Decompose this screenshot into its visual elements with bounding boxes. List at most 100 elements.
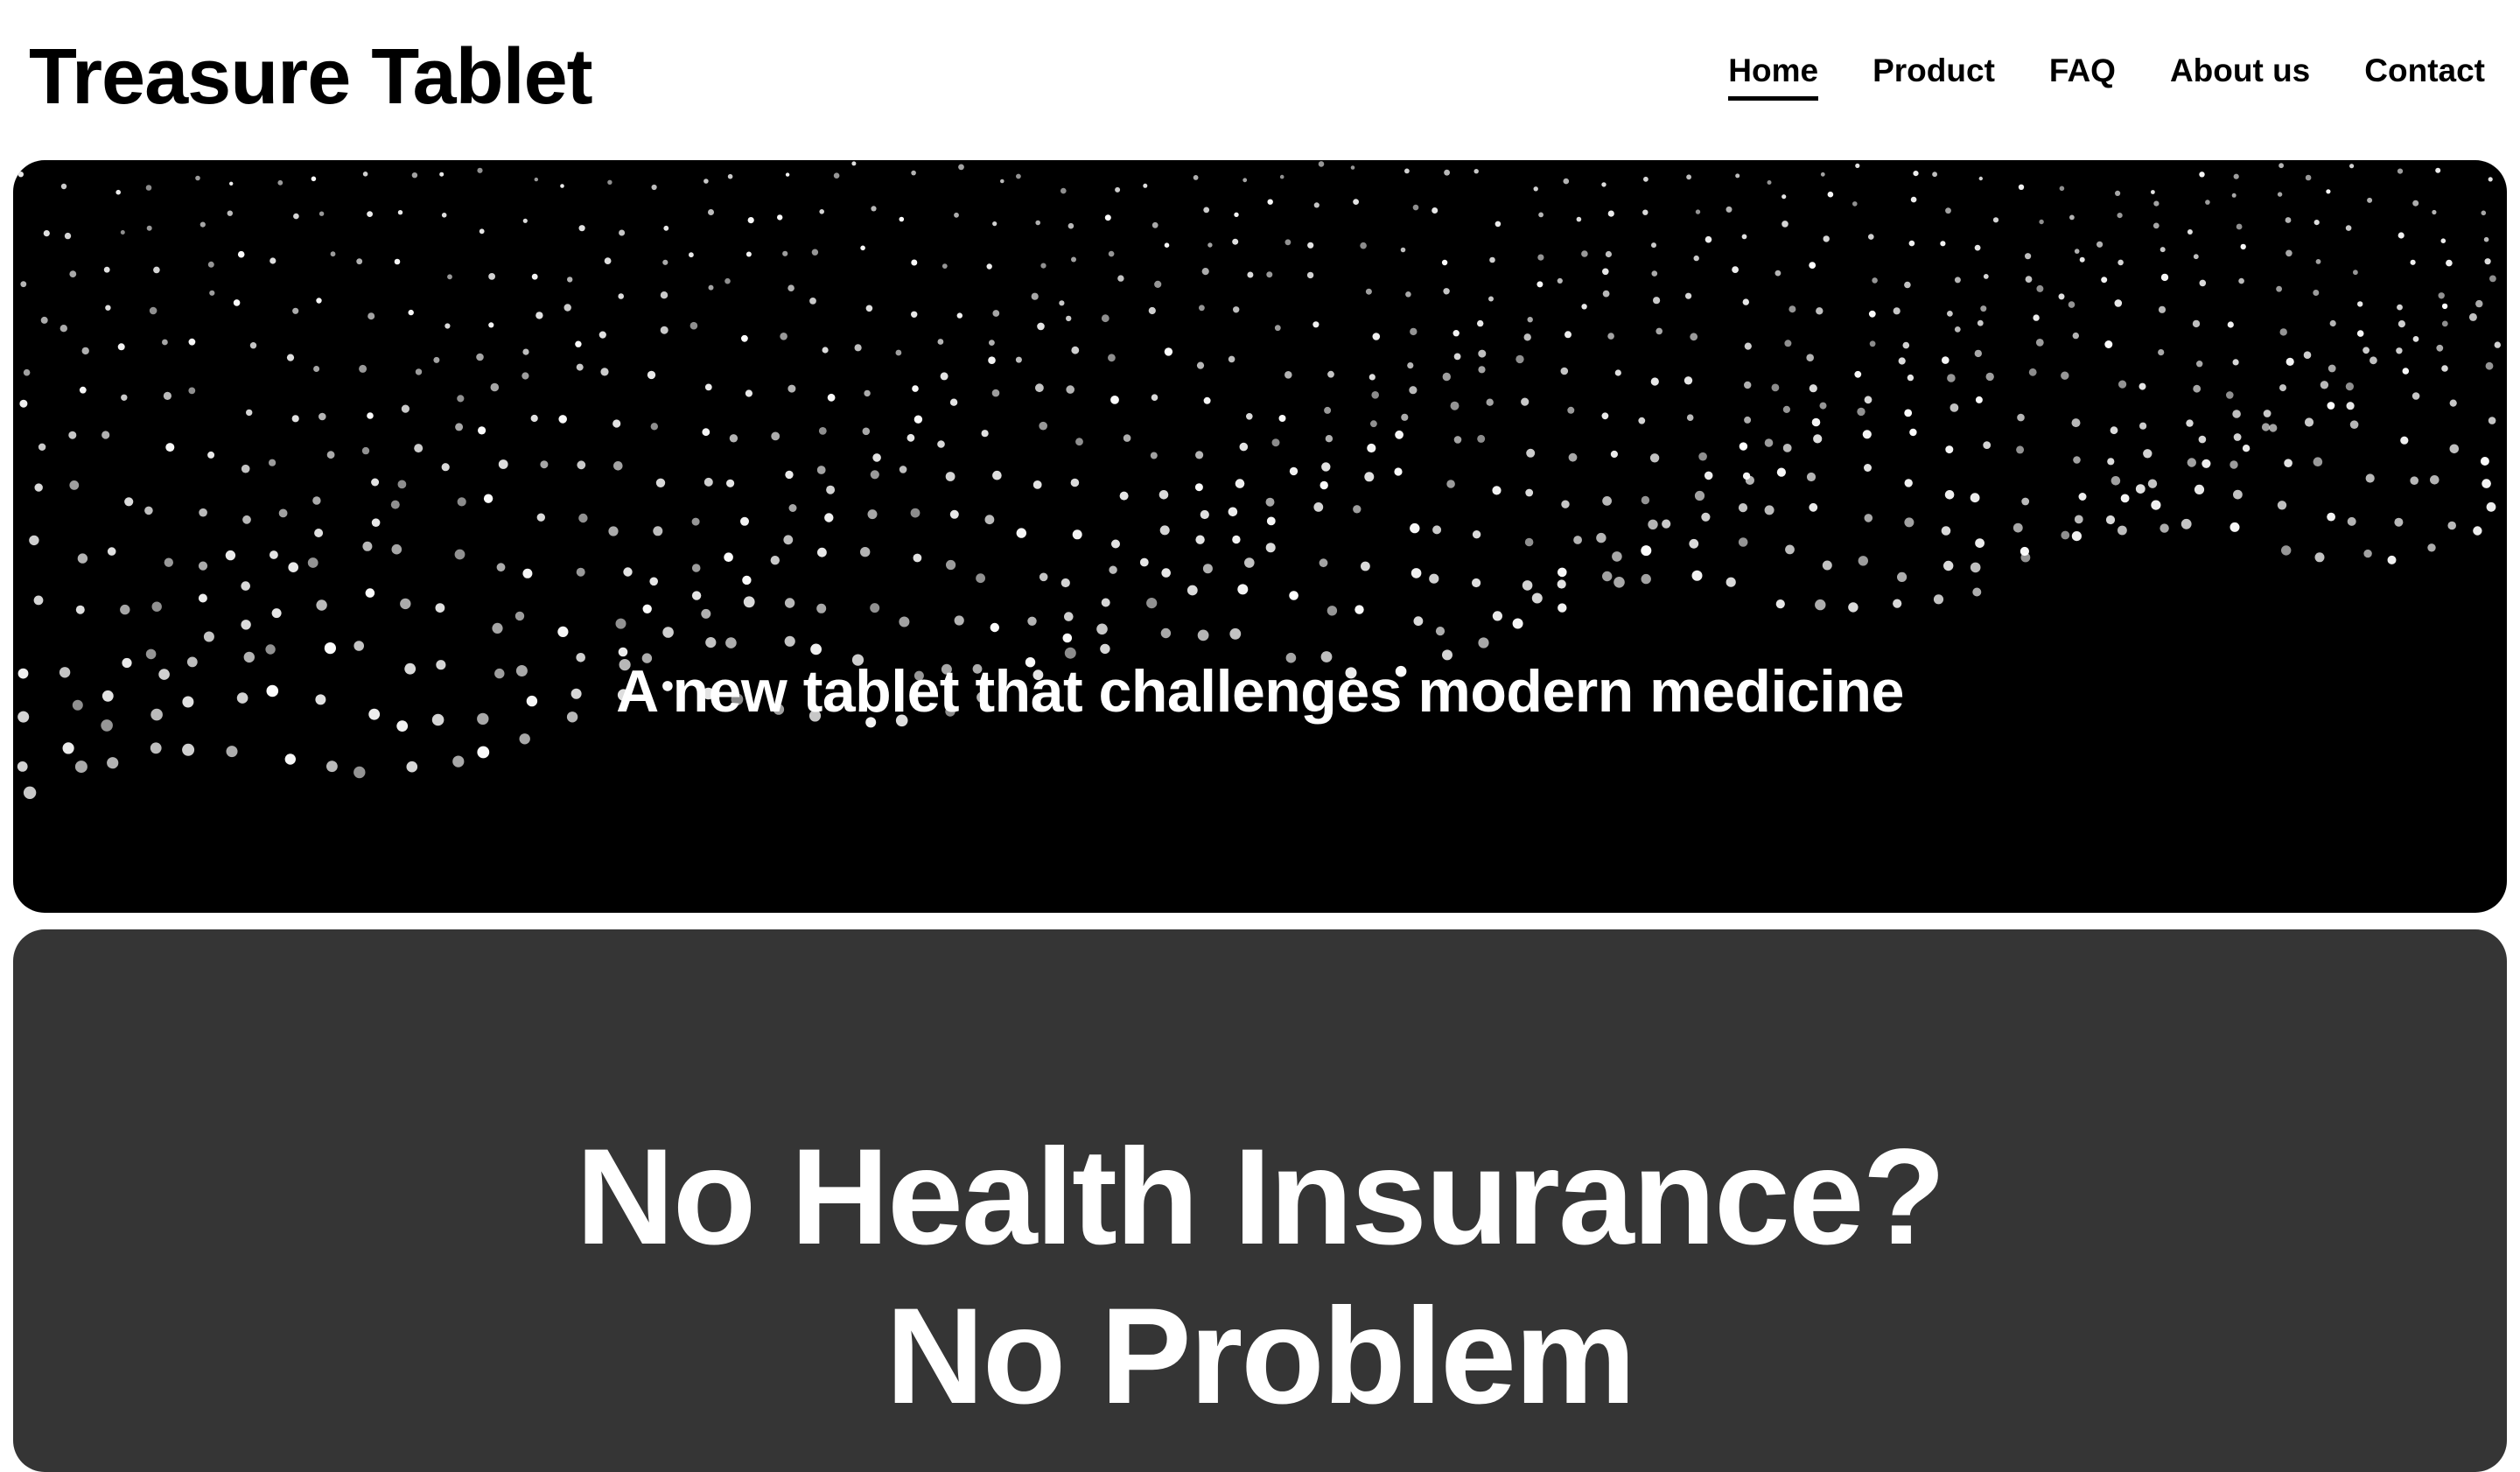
particle-dot <box>1432 207 1438 214</box>
particle-dot <box>1869 340 1876 347</box>
particle-dot <box>1864 396 1872 404</box>
particle-dot <box>1531 592 1543 604</box>
particle-dot <box>945 472 956 481</box>
particle-dot <box>368 312 375 320</box>
particle-dot <box>324 642 336 655</box>
site-logo[interactable]: Treasure Tablet <box>29 25 593 130</box>
particle-dot <box>1196 361 1205 369</box>
particle-dot <box>188 387 196 395</box>
particle-dot <box>1324 406 1332 414</box>
particle-dot <box>2400 436 2409 445</box>
particle-dot <box>1154 280 1162 288</box>
particle-dot <box>1970 493 1980 503</box>
particle-dot <box>2346 402 2355 410</box>
nav-product[interactable]: Product <box>1872 48 1995 94</box>
particle-dot <box>2118 380 2127 389</box>
particle-dot <box>785 172 790 177</box>
particle-dot <box>663 225 669 231</box>
particle-dot <box>1110 396 1119 404</box>
particle-dot <box>1742 298 1750 305</box>
particle-dot <box>1060 187 1067 194</box>
particle-dot <box>2279 384 2286 392</box>
particle-dot <box>390 500 400 509</box>
particle-dot <box>1784 340 1792 347</box>
particle-dot <box>1945 207 1951 214</box>
particle-dot <box>1320 480 1328 490</box>
particle-dot <box>2071 531 2082 542</box>
particle-dot <box>1947 374 1956 382</box>
particle-dot <box>2033 314 2040 321</box>
particle-dot <box>144 506 153 515</box>
particle-dot <box>1186 585 1198 596</box>
particle-dot <box>1764 505 1774 515</box>
particle-dot <box>1983 274 1989 279</box>
particle-dot <box>1735 173 1740 179</box>
particle-dot <box>984 515 995 525</box>
nav-contact[interactable]: Contact <box>2364 48 2485 94</box>
particle-dot <box>1641 545 1652 557</box>
particle-dot <box>1564 331 1572 339</box>
particle-dot <box>477 167 483 173</box>
particle-dot <box>1897 571 1908 582</box>
nav-faq[interactable]: FAQ <box>2049 48 2116 94</box>
particle-dot <box>1573 536 1582 544</box>
particle-dot <box>2486 501 2496 512</box>
particle-dot <box>2193 254 2199 260</box>
particle-dot <box>662 259 668 265</box>
particle-dot <box>782 250 788 256</box>
particle-dot <box>2314 552 2325 563</box>
particle-dot <box>1771 383 1780 392</box>
particle-dot <box>2278 163 2285 169</box>
particle-dot <box>1775 599 1785 609</box>
particle-dot <box>1266 516 1276 526</box>
particle-dot <box>1409 386 1418 395</box>
particle-dot <box>1412 204 1419 211</box>
particle-dot <box>408 309 414 316</box>
particle-dot <box>1488 296 1494 302</box>
particle-dot <box>558 415 567 424</box>
particle-dot <box>120 604 130 615</box>
particle-dot <box>1321 462 1331 472</box>
particle-dot <box>1064 612 1074 621</box>
particle-dot <box>1862 430 1872 439</box>
particle-dot <box>1947 311 1953 317</box>
promo-headline: No Health Insurance? No Problem <box>13 1118 2507 1436</box>
particle-dot <box>2069 214 2075 221</box>
particle-dot <box>18 172 24 178</box>
particle-dot <box>1139 557 1149 567</box>
particle-dot <box>1739 442 1748 451</box>
particle-dot <box>188 338 196 346</box>
particle-dot <box>2240 243 2246 250</box>
particle-dot <box>2398 232 2404 239</box>
particle-dot <box>1477 319 1484 327</box>
particle-dot <box>826 485 836 494</box>
particle-dot <box>2233 433 2242 441</box>
particle-dot <box>2186 419 2194 427</box>
particle-dot <box>724 277 731 284</box>
particle-dot <box>1228 507 1238 517</box>
particle-dot <box>269 459 276 466</box>
particle-dot <box>1738 537 1748 547</box>
particle-dot <box>1560 367 1569 375</box>
particle-dot <box>2078 493 2087 501</box>
particle-dot <box>771 431 780 441</box>
particle-dot <box>780 333 788 340</box>
particle-dot <box>1650 377 1659 386</box>
particle-dot <box>785 470 794 480</box>
nav-about-us[interactable]: About us <box>2170 48 2310 94</box>
particle-dot <box>1101 314 1110 323</box>
particle-dot <box>788 384 796 393</box>
particle-dot <box>241 620 251 630</box>
particle-dot <box>2494 341 2501 348</box>
particle-dot <box>198 593 207 603</box>
particle-dot <box>1039 421 1047 431</box>
particle-dot <box>1353 199 1359 205</box>
particle-dot <box>651 184 657 191</box>
particle-dot <box>17 761 28 772</box>
particle-dot <box>356 258 363 265</box>
nav-home[interactable]: Home <box>1728 48 1818 101</box>
particle-dot <box>1060 578 1070 588</box>
particle-dot <box>2441 320 2448 327</box>
particle-dot <box>2232 359 2239 366</box>
particle-dot <box>519 733 530 745</box>
